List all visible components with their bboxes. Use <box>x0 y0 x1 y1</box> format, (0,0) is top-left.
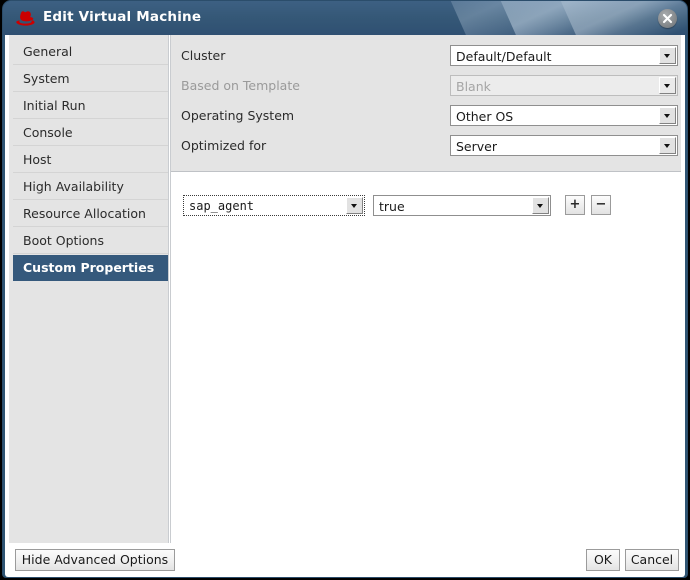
titlebar-gloss-streak <box>483 1 687 35</box>
chevron-down-icon[interactable] <box>659 107 676 124</box>
custom-property-key-value: sap_agent <box>189 199 254 213</box>
field-label: Based on Template <box>181 78 300 93</box>
chevron-down-icon[interactable] <box>346 197 363 214</box>
redhat-shadowman-icon <box>15 9 37 27</box>
remove-property-button[interactable]: − <box>591 195 611 215</box>
sidebar-item-system[interactable]: System <box>13 66 168 92</box>
combo-operating-system[interactable]: Other OS <box>450 105 678 126</box>
sidebar-item-custom-properties[interactable]: Custom Properties <box>13 255 168 281</box>
sidebar-item-initial-run[interactable]: Initial Run <box>13 93 168 119</box>
vm-summary-panel: ClusterDefault/DefaultBased on TemplateB… <box>171 35 681 172</box>
hide-advanced-options-button[interactable]: Hide Advanced Options <box>15 549 175 571</box>
add-property-button[interactable]: + <box>565 195 585 215</box>
title-bar: Edit Virtual Machine <box>3 1 687 35</box>
sidebar-item-host[interactable]: Host <box>13 147 168 173</box>
titlebar-gloss-streak <box>433 1 687 35</box>
custom-property-value-combo[interactable]: true <box>373 195 551 216</box>
field-label: Operating System <box>181 108 294 123</box>
edit-virtual-machine-dialog: Edit Virtual Machine GeneralSystemInitia… <box>2 0 688 578</box>
chevron-down-icon[interactable] <box>659 137 676 154</box>
sidebar-item-general[interactable]: General <box>13 39 168 65</box>
content-panel: ClusterDefault/DefaultBased on TemplateB… <box>170 35 681 543</box>
window-title: Edit Virtual Machine <box>43 9 201 25</box>
sidebar-item-resource-allocation[interactable]: Resource Allocation <box>13 201 168 227</box>
close-icon[interactable] <box>658 9 677 28</box>
field-label: Cluster <box>181 48 225 63</box>
sidebar-item-high-availability[interactable]: High Availability <box>13 174 168 200</box>
chevron-down-icon[interactable] <box>659 77 676 94</box>
field-row: Cluster Default/Default <box>171 43 681 69</box>
custom-property-key-combo[interactable]: sap_agent <box>183 195 365 216</box>
combo-value: Other OS <box>456 109 513 124</box>
dialog-body: GeneralSystemInitial RunConsoleHostHigh … <box>5 35 685 543</box>
combo-value: Server <box>456 139 497 154</box>
field-label: Optimized for <box>181 138 266 153</box>
sidebar-item-boot-options[interactable]: Boot Options <box>13 228 168 254</box>
custom-properties-panel: sap_agent true +− <box>171 173 681 543</box>
field-row: Operating System Other OS <box>171 103 681 129</box>
field-row: Based on Template Blank <box>171 73 681 99</box>
sidebar-item-console[interactable]: Console <box>13 120 168 146</box>
cancel-button[interactable]: Cancel <box>625 549 679 571</box>
combo-optimized-for[interactable]: Server <box>450 135 678 156</box>
chevron-down-icon[interactable] <box>659 47 676 64</box>
combo-based-on-template: Blank <box>450 75 678 96</box>
custom-property-value-text: true <box>379 199 405 214</box>
chevron-down-icon[interactable] <box>532 197 549 214</box>
ok-button[interactable]: OK <box>586 549 620 571</box>
sidebar-nav: GeneralSystemInitial RunConsoleHostHigh … <box>9 35 169 543</box>
combo-cluster[interactable]: Default/Default <box>450 45 678 66</box>
combo-value: Blank <box>456 79 491 94</box>
combo-value: Default/Default <box>456 49 552 64</box>
dialog-footer: Hide Advanced Options OK Cancel <box>5 543 685 577</box>
field-row: Optimized for Server <box>171 133 681 159</box>
